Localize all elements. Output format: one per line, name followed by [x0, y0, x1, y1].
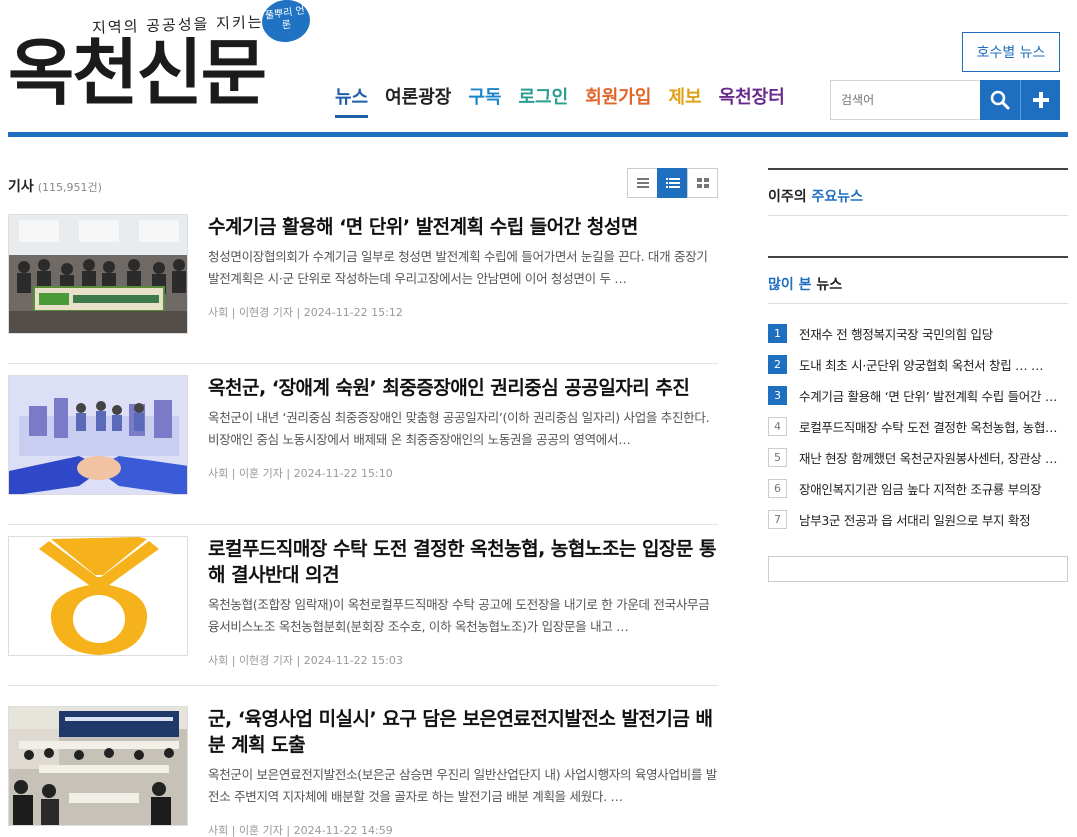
expand-button[interactable]: [1020, 80, 1060, 120]
grassroots-seal: 풀뿌리 언론: [259, 0, 313, 46]
article-title[interactable]: 옥천군, ‘장애계 숙원’ 최중증장애인 권리중심 공공일자리 추진: [208, 375, 718, 401]
article-item[interactable]: 로컬푸드직매장 수탁 도전 결정한 옥천농협, 농협노조는 입장문 통해 결사반…: [8, 536, 718, 686]
list-view-button[interactable]: [627, 168, 658, 198]
article-summary: 옥천농협(조합장 임락재)이 옥천로컬푸드직매장 수탁 공고에 도전장을 내기로…: [208, 597, 710, 634]
meeting-photo-thumbnail: [9, 215, 187, 333]
popular-news-item[interactable]: 1 전재수 전 행정복지국장 국민의힘 입당: [768, 318, 1068, 349]
header-divider: [8, 132, 1068, 137]
handshake-illustration-thumbnail: [9, 376, 187, 494]
article-summary: 옥천군이 내년 ‘권리중심 최중증장애인 맞춤형 공공일자리’(이하 권리중심 …: [208, 410, 710, 447]
popular-news-item[interactable]: 7 남부3군 전공과 읍 서대리 일원으로 부지 확정: [768, 504, 1068, 535]
article-title[interactable]: 로컬푸드직매장 수탁 도전 결정한 옥천농협, 농협노조는 입장문 통해 결사반…: [208, 536, 718, 588]
nav-item-market[interactable]: 옥천장터: [719, 84, 785, 118]
article-title[interactable]: 군, ‘육영사업 미실시’ 요구 담은 보은연료전지발전소 발전기금 배분 계획…: [208, 706, 718, 758]
article-summary: 청성면이장협의회가 수계기금 일부로 청성면 발전계획 수립에 들어가면서 눈길…: [208, 249, 708, 286]
rank-badge: 1: [768, 324, 787, 343]
article-meta: 사회 | 이현경 기자 | 2024-11-22 15:12: [208, 306, 403, 319]
popular-news-item[interactable]: 5 재난 현장 함께했던 옥천군자원봉사센터, 장관상 수상: [768, 442, 1068, 473]
popular-heading-suffix: 뉴스: [811, 277, 843, 293]
article-item[interactable]: 수계기금 활용해 ‘면 단위’ 발전계획 수립 들어간 청성면 청성면이장협의회…: [8, 214, 718, 364]
popular-news-title[interactable]: 남부3군 전공과 읍 서대리 일원으로 부지 확정: [799, 510, 1061, 529]
article-thumbnail[interactable]: [8, 375, 188, 495]
nav-item-login[interactable]: 로그인: [519, 84, 569, 118]
list-title-label: 기사: [8, 179, 34, 195]
popular-news-title[interactable]: 전재수 전 행정복지국장 국민의힘 입당: [799, 324, 1061, 343]
grid-view-icon: [696, 178, 709, 188]
popular-news-title[interactable]: 장애인복지기관 임금 높다 지적한 조규룡 부의장: [799, 479, 1061, 498]
popular-news-item[interactable]: 2 도내 최초 시·군단위 양궁협회 옥천서 창립 … …: [768, 349, 1068, 380]
popular-news-title[interactable]: 수계기금 활용해 ‘면 단위’ 발전계획 수립 들어간 청성면: [799, 386, 1061, 405]
article-meta: 사회 | 이훈 기자 | 2024-11-22 15:10: [208, 467, 393, 480]
main-nav: 뉴스 여론광장 구독 로그인 회원가입 제보 옥천장터: [335, 84, 785, 118]
popular-news: 많이 본 뉴스 1 전재수 전 행정복지국장 국민의힘 입당 2 도내 최초 시·군…: [768, 256, 1068, 535]
popular-news-title[interactable]: 도내 최초 시·군단위 양궁협회 옥천서 창립 … …: [799, 355, 1061, 374]
article-summary: 옥천군이 보은연료전지발전소(보은군 삼승면 우진리 일반산업단지 내) 사업시…: [208, 767, 717, 804]
rank-badge: 5: [768, 448, 787, 467]
article-meta: 사회 | 이훈 기자 | 2024-11-22 14:59: [208, 824, 393, 837]
search-button[interactable]: [980, 80, 1020, 120]
popular-news-list: 1 전재수 전 행정복지국장 국민의힘 입당 2 도내 최초 시·군단위 양궁협회 …: [768, 304, 1068, 535]
rank-badge: 4: [768, 417, 787, 436]
popular-news-item[interactable]: 6 장애인복지기관 임금 높다 지적한 조규룡 부의장: [768, 473, 1068, 504]
weekly-top-news: 이주의 주요뉴스: [768, 168, 1068, 216]
nav-item-subscribe[interactable]: 구독: [468, 84, 501, 118]
article-thumbnail[interactable]: [8, 536, 188, 656]
article-item[interactable]: 옥천군, ‘장애계 숙원’ 최중증장애인 권리중심 공공일자리 추진 옥천군이 …: [8, 375, 718, 525]
weekly-heading-prefix: 이주의: [768, 189, 812, 205]
popular-news-heading: 많이 본 뉴스: [768, 258, 1068, 304]
plus-icon: [1032, 92, 1049, 108]
nav-item-report[interactable]: 제보: [668, 84, 701, 118]
article-title[interactable]: 수계기금 활용해 ‘면 단위’ 발전계획 수립 들어간 청성면: [208, 214, 718, 240]
site-header: 지역의 공공성을 지키는 풀뿌리 언론 옥천신문 뉴스 여론광장 구독 로그인 …: [0, 0, 1077, 140]
popular-news-title[interactable]: 로컬푸드직매장 수탁 도전 결정한 옥천농협, 농협노조는 입장문 통해 결사반…: [799, 417, 1061, 436]
summary-view-button[interactable]: [657, 168, 688, 198]
popular-news-item[interactable]: 3 수계기금 활용해 ‘면 단위’ 발전계획 수립 들어간 청성면: [768, 380, 1068, 411]
weekly-heading-highlight: 주요뉴스: [811, 189, 864, 205]
search-input[interactable]: [830, 80, 980, 120]
article-count: (115,951건): [37, 181, 102, 194]
list-view-icon: [636, 178, 649, 188]
rank-badge: 7: [768, 510, 787, 529]
article-thumbnail[interactable]: [8, 706, 188, 826]
popular-news-title[interactable]: 재난 현장 함께했던 옥천군자원봉사센터, 장관상 수상: [799, 448, 1061, 467]
nonghyup-logo-thumbnail: [9, 537, 187, 655]
list-title: 기사 (115,951건): [8, 176, 102, 196]
search-bar: [830, 80, 1060, 120]
weekly-top-news-heading: 이주의 주요뉴스: [768, 170, 1068, 216]
article-meta: 사회 | 이현경 기자 | 2024-11-22 15:03: [208, 654, 403, 667]
nav-item-news[interactable]: 뉴스: [335, 84, 369, 118]
article-item[interactable]: 군, ‘육영사업 미실시’ 요구 담은 보은연료전지발전소 발전기금 배분 계획…: [8, 706, 718, 837]
sidebar-bottom-box: [768, 556, 1068, 582]
popular-heading-highlight: 많이 본: [768, 277, 812, 293]
popular-news-item[interactable]: 4 로컬푸드직매장 수탁 도전 결정한 옥천농협, 농협노조는 입장문 통해 결사…: [768, 411, 1068, 442]
view-toggle: [627, 168, 718, 198]
rank-badge: 6: [768, 479, 787, 498]
nav-item-opinion[interactable]: 여론광장: [385, 84, 451, 118]
search-icon: [990, 90, 1010, 110]
rank-badge: 3: [768, 386, 787, 405]
grid-view-button[interactable]: [687, 168, 718, 198]
site-logo[interactable]: 옥천신문: [8, 32, 267, 114]
conference-photo-thumbnail: [9, 707, 187, 825]
issue-news-button[interactable]: 호수별 뉴스: [962, 32, 1060, 72]
article-thumbnail[interactable]: [8, 214, 188, 334]
summary-view-icon: [665, 178, 680, 188]
article-list-header: 기사 (115,951건): [8, 168, 718, 198]
rank-badge: 2: [768, 355, 787, 374]
nav-item-signup[interactable]: 회원가입: [585, 84, 651, 118]
